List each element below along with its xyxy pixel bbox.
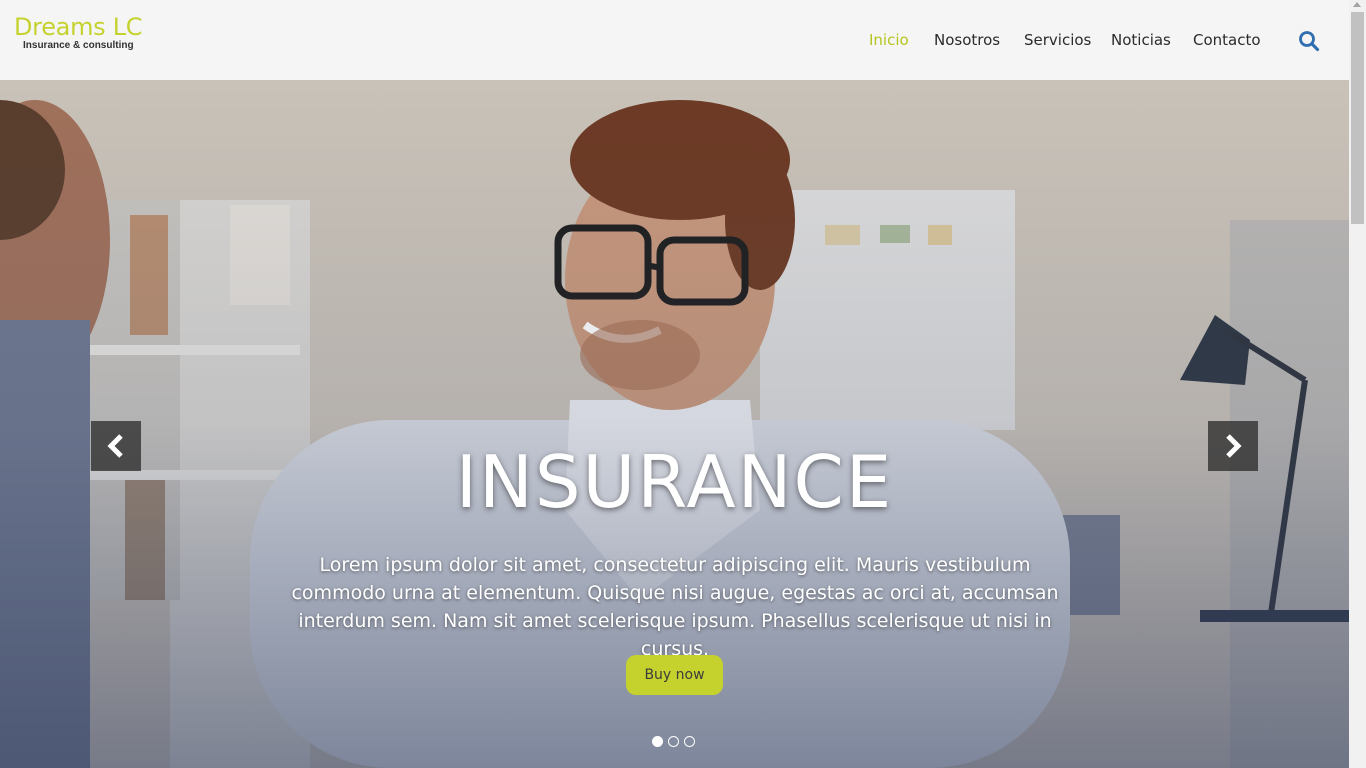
search-icon[interactable] (1298, 30, 1320, 52)
nav-item-inicio[interactable]: Inicio (869, 31, 909, 49)
hero-slider: INSURANCE Lorem ipsum dolor sit amet, co… (0, 80, 1349, 768)
slide-dot-1[interactable] (652, 736, 663, 747)
slide-dot-3[interactable] (684, 736, 695, 747)
nav-item-contacto[interactable]: Contacto (1193, 31, 1261, 49)
main-nav: Inicio Nosotros Servicios Noticias Conta… (0, 31, 1349, 51)
nav-item-noticias[interactable]: Noticias (1111, 31, 1171, 49)
scroll-up-icon[interactable] (1353, 2, 1361, 7)
nav-item-servicios[interactable]: Servicios (1024, 31, 1091, 49)
scrollbar-thumb[interactable] (1351, 12, 1364, 224)
hero-title: INSURANCE (455, 440, 894, 524)
site-header: Dreams LC Insurance & consulting Inicio … (0, 0, 1349, 80)
nav-item-nosotros[interactable]: Nosotros (934, 31, 1000, 49)
slide-dot-2[interactable] (668, 736, 679, 747)
hero-description: Lorem ipsum dolor sit amet, consectetur … (291, 554, 1059, 660)
slider-dots (652, 736, 702, 748)
buy-now-button[interactable]: Buy now (626, 655, 723, 695)
